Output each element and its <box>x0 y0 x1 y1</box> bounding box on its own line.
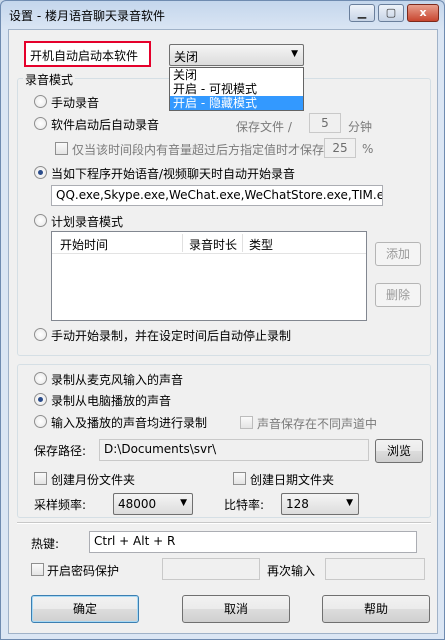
maximize-button[interactable]: ▢ <box>378 4 404 22</box>
autostart-option-off[interactable]: 关闭 <box>170 68 303 82</box>
chevron-down-icon: ▼ <box>180 498 187 508</box>
radio-after-start[interactable] <box>34 117 47 130</box>
autostart-dropdown-list[interactable]: 关闭 开启 - 可视模式 开启 - 隐藏模式 <box>169 67 304 111</box>
save-path-label: 保存路径: <box>34 444 87 458</box>
radio-scheduled-label: 计划录音模式 <box>51 215 124 229</box>
save-every-input[interactable]: 5 <box>309 113 341 133</box>
autostart-label: 开机自动启动本软件 <box>30 49 139 63</box>
settings-window: 设置 - 楼月语音聊天录音软件 ▁ ▢ x 录音模式 开机自动启动本软件 关闭 … <box>0 0 445 640</box>
password-input[interactable] <box>162 558 260 580</box>
bitrate-value: 128 <box>286 497 309 511</box>
column-start-time[interactable]: 开始时间 <box>60 236 108 253</box>
radio-source-both[interactable] <box>34 415 47 428</box>
bitrate-label: 比特率: <box>224 498 265 512</box>
daily-folder-label: 创建日期文件夹 <box>250 473 335 487</box>
hotkey-label: 热键: <box>31 537 60 551</box>
chevron-down-icon: ▼ <box>291 49 298 59</box>
autostart-option-visible[interactable]: 开启 - 可视模式 <box>170 82 303 96</box>
chevron-down-icon: ▼ <box>346 498 353 508</box>
dialog-client: 录音模式 开机自动启动本软件 关闭 ▼ 手动录音 软件启动后自动录音 保存文件 … <box>8 29 438 634</box>
cancel-button[interactable]: 取消 <box>182 595 290 623</box>
radio-manual-timed-label: 手动开始录制，并在设定时间后自动停止录制 <box>51 329 292 343</box>
radio-scheduled[interactable] <box>34 214 47 227</box>
minimize-icon: ▁ <box>357 6 367 19</box>
close-button[interactable]: x <box>407 4 439 22</box>
monthly-folder-checkbox[interactable] <box>34 472 47 485</box>
record-mode-group-label: 录音模式 <box>23 71 76 88</box>
radio-source-mic[interactable] <box>34 372 47 385</box>
radio-manual[interactable] <box>34 95 47 108</box>
radio-manual-label: 手动录音 <box>51 96 100 110</box>
radio-auto-on-chat-label: 当如下程序开始语音/视频聊天时自动开始录音 <box>51 167 296 181</box>
password-confirm-label: 再次输入 <box>267 564 316 578</box>
sample-rate-label: 采样频率: <box>34 498 87 512</box>
password-protect-label: 开启密码保护 <box>47 564 120 578</box>
help-button[interactable]: 帮助 <box>322 595 430 623</box>
daily-folder-checkbox[interactable] <box>233 472 246 485</box>
column-type[interactable]: 类型 <box>249 236 273 253</box>
maximize-icon: ▢ <box>385 6 397 19</box>
bitrate-select[interactable]: 128 ▼ <box>281 493 359 515</box>
radio-source-both-label: 输入及播放的声音均进行录制 <box>51 416 208 430</box>
radio-source-speaker[interactable] <box>34 393 47 406</box>
autostart-label-box: 开机自动启动本软件 <box>24 41 151 67</box>
sample-rate-select[interactable]: 48000 ▼ <box>113 493 193 515</box>
divider <box>17 522 431 524</box>
silence-threshold-unit: % <box>362 142 374 156</box>
radio-source-speaker-label: 录制从电脑播放的声音 <box>51 394 172 408</box>
monthly-folder-label: 创建月份文件夹 <box>51 473 136 487</box>
schedule-list[interactable]: 开始时间 录音时长 类型 <box>51 231 367 321</box>
silence-threshold-label: 仅当该时间段内有音量超过后方指定值时才保存 <box>72 143 325 157</box>
radio-auto-on-chat[interactable] <box>34 166 47 179</box>
separate-channels-label: 声音保存在不同声道中 <box>257 417 378 431</box>
browse-button[interactable]: 浏览 <box>375 439 423 463</box>
save-every-label: 保存文件 / <box>236 120 292 134</box>
close-icon: x <box>419 6 427 19</box>
minimize-button[interactable]: ▁ <box>349 4 375 22</box>
radio-after-start-label: 软件启动后自动录音 <box>51 118 160 132</box>
programs-input[interactable]: QQ.exe,Skype.exe,WeChat.exe,WeChatStore.… <box>51 185 383 206</box>
autostart-selected-value: 关闭 <box>174 50 199 64</box>
radio-manual-timed[interactable] <box>34 328 47 341</box>
delete-schedule-button[interactable]: 删除 <box>375 283 421 307</box>
separate-channels-checkbox[interactable] <box>240 416 253 429</box>
password-confirm-input[interactable] <box>325 558 425 580</box>
autostart-option-hidden[interactable]: 开启 - 隐藏模式 <box>170 96 303 110</box>
password-protect-checkbox[interactable] <box>31 563 44 576</box>
save-path-input[interactable]: D:\Documents\svr\ <box>99 439 369 461</box>
silence-threshold-checkbox[interactable] <box>55 142 68 155</box>
hotkey-input[interactable]: Ctrl + Alt + R <box>89 531 417 553</box>
sample-rate-value: 48000 <box>118 497 157 511</box>
silence-threshold-input[interactable]: 25 <box>324 138 356 158</box>
title-bar[interactable]: 设置 - 楼月语音聊天录音软件 ▁ ▢ x <box>1 1 444 29</box>
column-separator <box>182 234 183 252</box>
save-every-unit: 分钟 <box>348 120 373 134</box>
column-separator <box>242 234 243 252</box>
radio-source-mic-label: 录制从麦克风输入的声音 <box>51 373 184 387</box>
window-title: 设置 - 楼月语音聊天录音软件 <box>9 9 165 23</box>
schedule-list-header: 开始时间 录音时长 类型 <box>52 232 366 254</box>
autostart-select[interactable]: 关闭 ▼ <box>169 44 304 66</box>
ok-button[interactable]: 确定 <box>31 595 139 623</box>
column-duration[interactable]: 录音时长 <box>189 236 237 253</box>
add-schedule-button[interactable]: 添加 <box>375 242 421 266</box>
